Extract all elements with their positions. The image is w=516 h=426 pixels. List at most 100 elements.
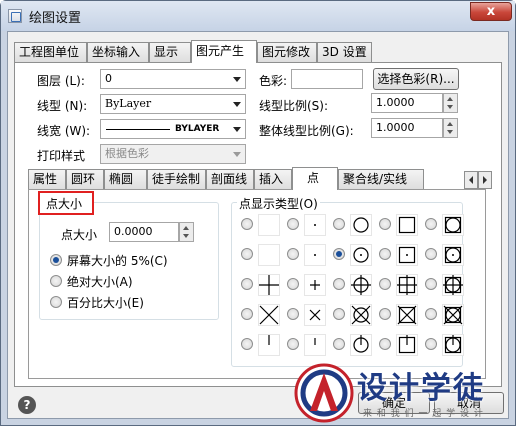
color-label: 色彩: xyxy=(259,74,288,88)
point-type-radio-x[interactable] xyxy=(241,308,253,320)
point-type-dot-icon xyxy=(304,214,326,236)
point-type-radio-circle[interactable] xyxy=(333,218,345,230)
tab-3d-settings[interactable]: 3D 设置 xyxy=(317,42,372,62)
point-size-spinner[interactable] xyxy=(179,222,194,242)
tab-entity-creation[interactable]: 图元产生 xyxy=(191,40,257,63)
point-type-radio-square-x[interactable] xyxy=(379,308,391,320)
subtab-insert[interactable]: 插入 xyxy=(254,169,292,189)
point-type-square-plus-icon xyxy=(396,274,418,296)
point-type-radio-dot[interactable] xyxy=(287,218,299,230)
lineweight-value: BYLAYER xyxy=(175,124,220,134)
print-style-label: 打印样式 xyxy=(37,149,86,163)
point-panel: 点大小 点大小 0.0000 屏幕大小的 5%(C) 绝对大小(A) 百分比大小… xyxy=(28,189,486,379)
point-type-square-dot-icon xyxy=(396,244,418,266)
point-type-radio-blank[interactable] xyxy=(241,248,253,260)
subtab-point[interactable]: 点 xyxy=(292,167,338,190)
tab-units[interactable]: 工程图单位 xyxy=(14,42,87,62)
lineweight-label: 线宽 (W): xyxy=(37,124,91,138)
linetype-label: 线型 (N): xyxy=(37,99,88,113)
radio-percent[interactable] xyxy=(50,296,62,308)
radio-absolute[interactable] xyxy=(50,275,62,287)
subtab-properties[interactable]: 属性 xyxy=(28,169,66,189)
point-type-radio-square[interactable] xyxy=(379,218,391,230)
chevron-left-icon xyxy=(469,176,473,184)
point-display-group-title: 点显示类型(O) xyxy=(237,195,320,212)
chevron-down-icon xyxy=(233,102,241,107)
point-type-x-icon xyxy=(258,304,280,326)
title-bar[interactable]: 绘图设置 x xyxy=(1,1,515,31)
layer-value: 0 xyxy=(105,72,112,85)
linetype-combo[interactable]: ByLayer xyxy=(100,94,246,114)
subtab-donut[interactable]: 圆环 xyxy=(66,169,104,189)
point-type-blank-icon xyxy=(258,214,280,236)
layer-combo[interactable]: 0 xyxy=(100,69,246,89)
lineweight-combo[interactable]: BYLAYER xyxy=(100,119,246,139)
tab-scroll-right[interactable] xyxy=(478,171,492,189)
help-icon[interactable]: ? xyxy=(18,396,36,414)
chevron-right-icon xyxy=(483,176,487,184)
point-type-radio-tick[interactable] xyxy=(241,338,253,350)
point-type-circle-plus-icon xyxy=(350,274,372,296)
sub-tab-strip: 属性 圆环 椭圆 徒手绘制 剖面线 插入 点 聚合线/实线 xyxy=(28,167,492,190)
point-type-radio-circle-dot[interactable] xyxy=(333,248,345,260)
lineweight-line xyxy=(106,129,170,130)
app-icon xyxy=(8,9,22,23)
point-size-input[interactable]: 0.0000 xyxy=(109,222,179,242)
point-type-radio-dot[interactable] xyxy=(287,248,299,260)
entity-creation-panel: 图层 (L): 0 色彩: 选择色彩(R)... 线型 (N): ByLayer… xyxy=(14,62,502,387)
tab-scroll-left[interactable] xyxy=(464,171,478,189)
subtab-freehand[interactable]: 徒手绘制 xyxy=(147,169,206,189)
point-type-radio-square-plus[interactable] xyxy=(379,278,391,290)
close-button[interactable]: x xyxy=(470,2,512,21)
point-type-radio-square-circle-x[interactable] xyxy=(425,308,437,320)
point-type-tick-icon xyxy=(258,334,280,356)
point-type-radio-circle-tick[interactable] xyxy=(333,338,345,350)
point-type-radio-plus-small[interactable] xyxy=(287,278,299,290)
point-type-circle-icon xyxy=(350,214,372,236)
point-type-square-circle-x-icon xyxy=(442,304,464,326)
radio-absolute-label: 绝对大小(A) xyxy=(67,275,133,289)
point-type-radio-x-small[interactable] xyxy=(287,308,299,320)
tab-entity-modify[interactable]: 图元修改 xyxy=(257,42,317,62)
point-type-square-circle-tick-icon xyxy=(442,334,464,356)
select-color-button[interactable]: 选择色彩(R)... xyxy=(373,68,459,90)
global-scale-spinner[interactable] xyxy=(443,118,458,138)
point-type-square-icon xyxy=(396,214,418,236)
global-scale-input[interactable]: 1.0000 xyxy=(371,118,443,138)
print-style-combo: 根据色彩 xyxy=(100,144,246,164)
point-type-radio-square-dot[interactable] xyxy=(379,248,391,260)
global-scale-label: 整体线型比例(G): xyxy=(259,124,354,138)
point-type-radio-circle-x[interactable] xyxy=(333,308,345,320)
subtab-ellipse[interactable]: 椭圆 xyxy=(104,169,147,189)
point-type-radio-square-circle-tick[interactable] xyxy=(425,338,437,350)
color-swatch[interactable] xyxy=(291,69,363,89)
radio-screen-percent[interactable] xyxy=(50,254,62,266)
point-size-group-title: 点大小 xyxy=(46,197,83,211)
point-type-radio-circle-plus[interactable] xyxy=(333,278,345,290)
subtab-polyline[interactable]: 聚合线/实线 xyxy=(338,169,424,189)
watermark-subtext: 来 和 我 们 一 起 学 设 计 xyxy=(363,409,484,419)
dialog-client: 工程图单位 坐标输入 显示 图元产生 图元修改 3D 设置 图层 (L): 0 … xyxy=(7,31,509,419)
point-type-radio-blank[interactable] xyxy=(241,218,253,230)
chevron-down-icon xyxy=(233,127,241,132)
linetype-scale-input[interactable]: 1.0000 xyxy=(371,93,443,113)
linetype-scale-spinner[interactable] xyxy=(443,93,458,113)
subtab-hatch[interactable]: 剖面线 xyxy=(206,169,254,189)
point-type-radio-tick-small[interactable] xyxy=(287,338,299,350)
radio-screen-percent-label: 屏幕大小的 5%(C) xyxy=(67,254,168,268)
tab-coord-input[interactable]: 坐标输入 xyxy=(87,42,149,62)
linetype-scale-label: 线型比例(S): xyxy=(259,99,329,113)
window-title: 绘图设置 xyxy=(29,11,82,26)
point-type-circle-dot-icon xyxy=(350,244,372,266)
point-type-radio-square-circle-dot[interactable] xyxy=(425,248,437,260)
tab-display[interactable]: 显示 xyxy=(149,42,191,62)
point-type-radio-plus[interactable] xyxy=(241,278,253,290)
point-type-plus-small-icon xyxy=(304,274,326,296)
dialog-window: 绘图设置 x 工程图单位 坐标输入 显示 图元产生 图元修改 3D 设置 图层 … xyxy=(0,0,516,426)
point-type-radio-square-tick[interactable] xyxy=(379,338,391,350)
linetype-value: ByLayer xyxy=(105,97,152,110)
watermark-logo-icon xyxy=(294,363,354,423)
point-type-square-tick-icon xyxy=(396,334,418,356)
point-type-radio-square-circle-plus[interactable] xyxy=(425,278,437,290)
point-type-radio-square-circle[interactable] xyxy=(425,218,437,230)
